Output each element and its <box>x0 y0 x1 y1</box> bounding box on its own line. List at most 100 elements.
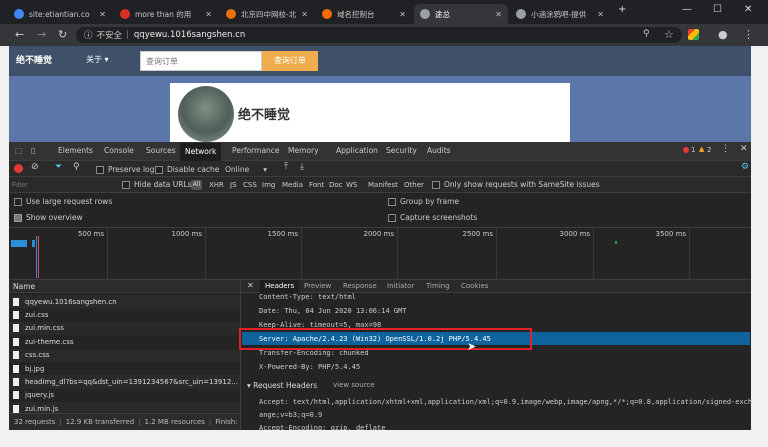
detail-tab-initiator[interactable]: Initiator <box>387 282 414 290</box>
request-row[interactable]: qqyewu.1016sangshen.cn <box>9 295 240 309</box>
browser-tab[interactable]: 途总 ✕ <box>414 4 508 24</box>
hide-data-urls-checkbox[interactable]: Hide data URLs <box>122 180 192 189</box>
devtools-tab-audits[interactable]: Audits <box>427 146 451 155</box>
detail-tab-cookies[interactable]: Cookies <box>461 282 488 290</box>
close-devtools-icon[interactable]: ✕ <box>740 144 748 154</box>
site-logo[interactable]: 绝不睡觉 <box>16 53 52 66</box>
filter-type-ws[interactable]: WS <box>346 181 357 189</box>
import-har-icon[interactable]: ⤒ <box>284 162 288 172</box>
devtools-tab-network[interactable]: Network <box>180 143 222 161</box>
preserve-log-checkbox[interactable]: Preserve log <box>96 165 154 174</box>
browser-tab[interactable]: more than 的用 ✕ <box>114 4 218 24</box>
profile-icon[interactable]: ● <box>718 28 728 41</box>
request-row[interactable]: css.css <box>9 348 240 362</box>
close-window-icon[interactable]: ✕ <box>744 4 752 15</box>
settings-gear-icon[interactable]: ⚙ <box>741 162 749 172</box>
export-har-icon[interactable]: ⤓ <box>300 162 304 172</box>
request-headers-title[interactable]: ▾ Request Headers <box>247 381 317 390</box>
filter-all-button[interactable]: All <box>191 180 202 190</box>
request-row[interactable]: zui.min.css <box>9 321 240 336</box>
request-row[interactable]: zui-theme.css <box>9 335 240 348</box>
minimize-icon[interactable]: — <box>682 4 692 15</box>
extension-icon[interactable] <box>688 29 699 40</box>
browser-tab[interactable]: site:etiantian.co ✕ <box>8 4 112 24</box>
filter-type-css[interactable]: CSS <box>243 181 257 189</box>
detail-tab-timing[interactable]: Timing <box>426 282 450 290</box>
view-source-link[interactable]: view source <box>333 381 375 389</box>
record-icon[interactable] <box>14 164 23 173</box>
about-menu[interactable]: 关于 ▾ <box>86 54 109 65</box>
detail-tab-preview[interactable]: Preview <box>304 282 331 290</box>
request-row[interactable]: bj.jpg <box>9 362 240 375</box>
search-icon[interactable]: ⚲ <box>643 29 650 39</box>
browser-tab[interactable]: 域名控制台 ✕ <box>316 4 412 24</box>
inspect-icon[interactable]: ⬚ <box>15 146 22 155</box>
request-row[interactable]: jquery.js <box>9 389 240 402</box>
filter-type-js[interactable]: JS <box>230 181 237 189</box>
disable-cache-checkbox[interactable]: Disable cache <box>155 165 219 174</box>
error-count[interactable]: 1 <box>691 146 695 154</box>
request-row[interactable]: zui.css <box>9 308 240 321</box>
devtools-tab-memory[interactable]: Memory <box>288 146 319 155</box>
filter-type-img[interactable]: Img <box>262 181 275 189</box>
request-row[interactable]: headimg_dl?bs=qq&dst_uin=1391234567&src_… <box>9 375 240 389</box>
close-tab-icon[interactable]: ✕ <box>95 10 106 19</box>
browser-tab[interactable]: 小涵涂鸦吧-提供 ✕ <box>510 4 610 24</box>
large-rows-checkbox[interactable]: Use large request rows <box>14 197 112 206</box>
address-bar[interactable]: ⓘ 不安全 | qqyewu.1016sangshen.cn <box>76 27 682 43</box>
name-column-header[interactable]: Name <box>9 280 240 293</box>
devtools-tab-security[interactable]: Security <box>386 146 417 155</box>
page-scrollbar[interactable] <box>751 46 768 447</box>
close-tab-icon[interactable]: ✕ <box>593 10 604 19</box>
show-overview-checkbox[interactable]: Show overview <box>14 213 83 222</box>
filter-icon[interactable]: ⏷ <box>55 162 62 172</box>
detail-tab-response[interactable]: Response <box>343 282 377 290</box>
close-detail-icon[interactable]: ✕ <box>247 281 254 290</box>
close-tab-icon[interactable]: ✕ <box>297 10 308 19</box>
filter-input[interactable] <box>12 180 116 191</box>
maximize-icon[interactable]: ☐ <box>713 4 722 15</box>
search-icon[interactable]: ⚲ <box>73 162 80 172</box>
transferred-size: 12.9 KB transferred <box>65 418 135 426</box>
order-search-input[interactable] <box>140 51 262 71</box>
resource-size: 1.2 MB resources <box>144 418 205 426</box>
request-name: css.css <box>25 351 50 360</box>
close-tab-icon[interactable]: ✕ <box>491 10 502 19</box>
back-icon[interactable]: ← <box>15 28 24 41</box>
group-by-frame-checkbox[interactable]: Group by frame <box>388 197 459 206</box>
throttling-select[interactable]: Online ▾ <box>225 165 267 174</box>
bookmark-star-icon[interactable]: ☆ <box>664 28 674 41</box>
close-tab-icon[interactable]: ✕ <box>201 10 212 19</box>
filter-type-doc[interactable]: Doc <box>329 181 343 189</box>
devtools-tab-sources[interactable]: Sources <box>146 146 176 155</box>
devtools-tab-elements[interactable]: Elements <box>58 146 93 155</box>
samesite-checkbox[interactable]: Only show requests with SameSite issues <box>432 180 600 189</box>
detail-tab-headers[interactable]: Headers <box>260 280 300 293</box>
close-tab-icon[interactable]: ✕ <box>395 10 406 19</box>
filter-type-manifest[interactable]: Manifest <box>368 181 398 189</box>
timeline-gridline <box>689 228 690 280</box>
devtools-tab-performance[interactable]: Performance <box>232 146 280 155</box>
info-icon[interactable]: ⓘ <box>84 29 93 41</box>
filter-type-font[interactable]: Font <box>309 181 324 189</box>
menu-icon[interactable]: ⋮ <box>743 28 754 41</box>
filter-type-other[interactable]: Other <box>404 181 424 189</box>
profile-nickname: 绝不睡觉 <box>238 108 291 123</box>
forward-icon[interactable]: → <box>37 28 46 41</box>
response-header-row: Content-Type: text/html <box>259 293 356 301</box>
devtools-tab-console[interactable]: Console <box>104 146 134 155</box>
browser-tab[interactable]: 北京四中网校-北 ✕ <box>220 4 314 24</box>
capture-screenshots-checkbox[interactable]: Capture screenshots <box>388 213 477 222</box>
filter-type-media[interactable]: Media <box>282 181 303 189</box>
samesite-label: Only show requests with SameSite issues <box>444 180 600 189</box>
more-icon[interactable]: ⋮ <box>721 144 730 154</box>
clear-icon[interactable]: ⊘ <box>31 162 39 172</box>
order-search-button[interactable]: 查询订单 <box>262 51 318 71</box>
filter-type-xhr[interactable]: XHR <box>209 181 224 189</box>
device-toggle-icon[interactable]: ▯ <box>31 146 35 155</box>
reload-icon[interactable]: ↻ <box>58 28 67 41</box>
devtools-tab-application[interactable]: Application <box>336 146 378 155</box>
tab-label: site:etiantian.co <box>29 9 90 19</box>
warning-count[interactable]: 2 <box>707 146 711 154</box>
new-tab-button[interactable]: + <box>618 4 626 15</box>
